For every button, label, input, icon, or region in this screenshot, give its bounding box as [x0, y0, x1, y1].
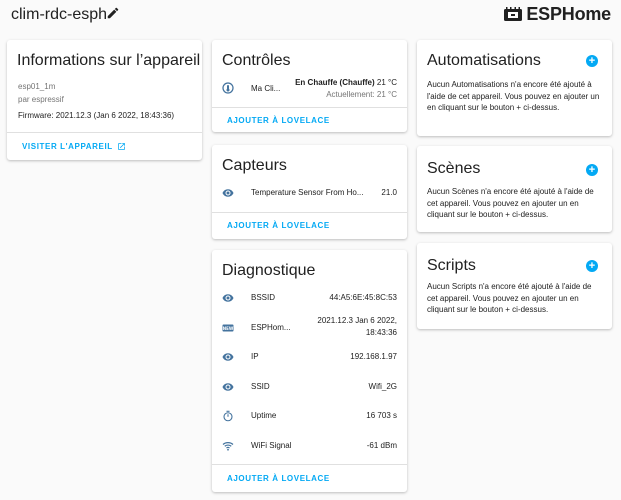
- add-to-lovelace-label: AJOUTER À LOVELACE: [227, 474, 330, 483]
- diag-value: 44:A5:6E:45:8C:53: [329, 293, 397, 302]
- new-badge-icon: NEW: [222, 324, 234, 332]
- timer-icon: [223, 410, 233, 422]
- device-info-title: Informations sur l’appareil: [17, 52, 201, 69]
- diag-value: 2021.12.3 Jan 6 2022,: [317, 316, 397, 325]
- diag-name: IP: [251, 352, 259, 361]
- scenes-title: Scènes: [427, 160, 481, 177]
- divider: [212, 212, 407, 213]
- eye-icon: [222, 353, 234, 361]
- device-firmware: Firmware: 2021.12.3 (Jan 6 2022, 18:43:3…: [18, 111, 175, 120]
- automations-description: Aucun Automatisations n'a encore été ajo…: [427, 80, 600, 112]
- brand-name: ESPHome: [526, 4, 611, 24]
- visit-device-label: VISITER L'APPAREIL: [22, 142, 113, 151]
- climate-state: En Chauffe (Chauffe) 21 °C Actuellement:…: [295, 77, 397, 101]
- climate-entity-name[interactable]: Ma Cli...: [251, 84, 280, 93]
- device-manufacturer: par espressif: [18, 95, 64, 104]
- divider: [212, 464, 407, 465]
- svg-text:NEW: NEW: [223, 326, 234, 331]
- edit-icon[interactable]: [106, 6, 120, 20]
- diag-value: 16 703 s: [366, 411, 397, 420]
- eye-icon: [222, 383, 234, 391]
- diag-value: 192.168.1.97: [350, 352, 397, 361]
- diag-value: -61 dBm: [366, 441, 397, 450]
- scenes-description: Aucun Scènes n'a encore été ajouté à l'a…: [427, 187, 594, 219]
- diag-row-ip[interactable]: IP 192.168.1.97: [212, 350, 407, 364]
- divider: [212, 107, 407, 108]
- sensors-card: Capteurs Temperature Sensor From Ho... 2…: [212, 145, 407, 239]
- controls-card: Contrôles Ma Cli... En Chauffe (Chauffe)…: [212, 40, 407, 132]
- controls-title: Contrôles: [222, 52, 291, 69]
- scripts-title: Scripts: [427, 257, 476, 274]
- esphome-logo: ESPHome: [503, 4, 611, 25]
- scripts-card: Scripts + Aucun Scripts n'a encore été a…: [417, 243, 612, 329]
- open-in-new-icon: [117, 143, 125, 150]
- climate-target-temp: 21 °C: [376, 78, 397, 87]
- automations-title: Automatisations: [427, 52, 541, 69]
- eye-icon: [222, 294, 234, 302]
- eye-icon: [222, 189, 234, 197]
- diag-name: SSID: [251, 382, 270, 391]
- device-model: esp01_1m: [18, 82, 56, 91]
- add-to-lovelace-label: AJOUTER À LOVELACE: [227, 116, 330, 125]
- diagnostic-title: Diagnostique: [222, 262, 316, 279]
- scenes-card: Scènes + Aucun Scènes n'a encore été ajo…: [417, 146, 612, 232]
- diag-name: WiFi Signal: [251, 441, 292, 450]
- diag-row-uptime[interactable]: Uptime 16 703 s: [212, 409, 407, 423]
- scripts-description: Aucun Scripts n'a encore été ajouté à l'…: [427, 282, 592, 314]
- add-to-lovelace-label: AJOUTER À LOVELACE: [227, 221, 330, 230]
- device-info-card: Informations sur l’appareil esp01_1m par…: [7, 40, 202, 160]
- esphome-chip-icon: [504, 6, 523, 21]
- diag-name: BSSID: [251, 293, 276, 302]
- diag-name: ESPHom...: [251, 323, 291, 332]
- automations-card: Automatisations + Aucun Automatisations …: [417, 40, 612, 136]
- sensor-value: 21.0: [381, 188, 397, 197]
- sensor-row[interactable]: Temperature Sensor From Ho... 21.0: [212, 186, 407, 200]
- diag-row-wifi-signal[interactable]: WiFi Signal -61 dBm: [212, 439, 407, 453]
- top-bar: clim-rdc-esph ESPHome: [0, 0, 621, 32]
- sensor-name: Temperature Sensor From Ho...: [251, 188, 364, 197]
- diag-name: Uptime: [251, 411, 277, 420]
- diag-row-ssid[interactable]: SSID Wifi_2G: [212, 380, 407, 394]
- climate-current-temp: Actuellement: 21 °C: [326, 90, 397, 99]
- diag-value-line2: 18:43:36: [365, 328, 397, 337]
- device-name: clim-rdc-esph: [11, 6, 108, 23]
- diagnostic-card: Diagnostique BSSID 44:A5:6E:45:8C:53 NEW…: [212, 250, 407, 492]
- diag-row-bssid[interactable]: BSSID 44:A5:6E:45:8C:53: [212, 291, 407, 305]
- add-to-lovelace-button[interactable]: AJOUTER À LOVELACE: [227, 221, 330, 230]
- divider: [7, 132, 202, 133]
- add-to-lovelace-button[interactable]: AJOUTER À LOVELACE: [227, 116, 330, 125]
- climate-mode: En Chauffe (Chauffe): [295, 78, 375, 87]
- add-automation-button[interactable]: +: [586, 55, 598, 67]
- wifi-icon: [222, 442, 234, 451]
- sensors-title: Capteurs: [222, 157, 287, 174]
- diag-row-esphome-version[interactable]: NEW ESPHom... 2021.12.3 Jan 6 2022, 18:4…: [212, 315, 407, 341]
- visit-device-link[interactable]: VISITER L'APPAREIL: [22, 142, 126, 151]
- diag-value: Wifi_2G: [368, 382, 397, 391]
- add-script-button[interactable]: +: [586, 260, 598, 272]
- thermostat-icon: [222, 82, 234, 94]
- add-to-lovelace-button[interactable]: AJOUTER À LOVELACE: [227, 474, 330, 483]
- add-scene-button[interactable]: +: [586, 164, 598, 176]
